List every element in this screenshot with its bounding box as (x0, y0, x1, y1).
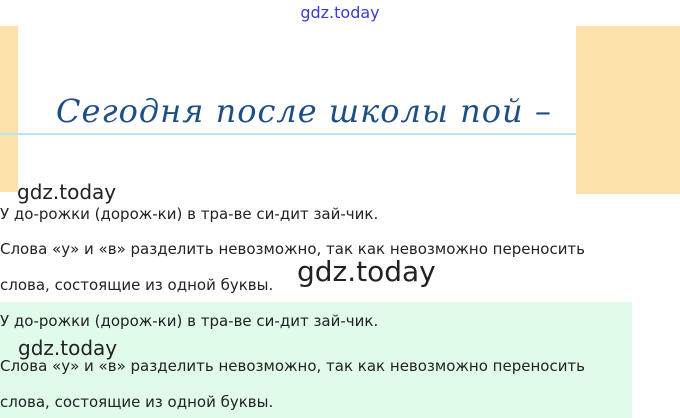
watermark-overlay-2: gdz.today (297, 255, 436, 288)
section-1-line-1: У до-рожки (дорож-ки) в тра-ве си-дит за… (0, 205, 379, 223)
watermark-top: gdz.today (300, 3, 380, 22)
handwriting-text: Сегодня после школы пой – (56, 92, 552, 130)
section-1-line-2: Слова «у» и «в» разделить невозможно, та… (0, 240, 586, 258)
decorative-block-left (0, 26, 18, 192)
handwriting-baseline (0, 133, 576, 135)
watermark-overlay-1: gdz.today (17, 180, 117, 204)
section-2-line-3: слова, состоящие из одной буквы. (0, 393, 274, 411)
section-2-line-1: У до-рожки (дорож-ки) в тра-ве си-дит за… (0, 312, 379, 330)
watermark-overlay-3: gdz.today (18, 336, 118, 360)
decorative-block-right (576, 26, 680, 194)
section-1-line-3: слова, состоящие из одной буквы. (0, 276, 274, 294)
